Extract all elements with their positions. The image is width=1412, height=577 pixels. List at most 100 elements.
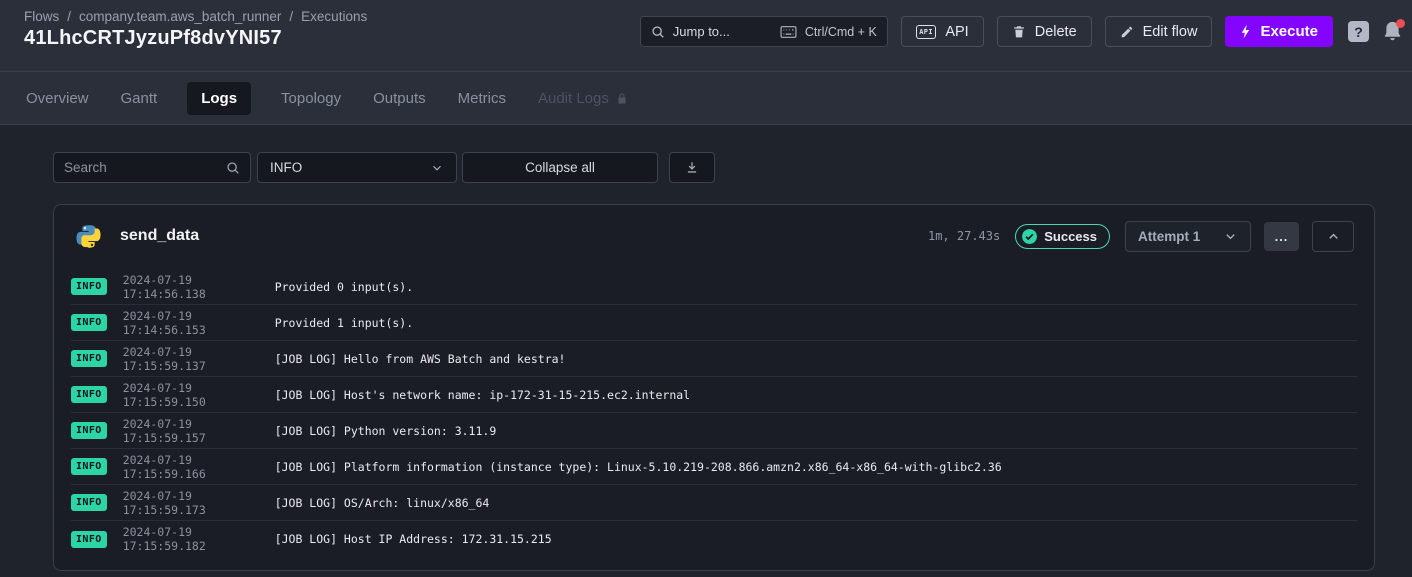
- task-log-panel: send_data 1m, 27.43s Success Attempt 1: [53, 204, 1375, 571]
- jump-to-label: Jump to...: [673, 24, 772, 39]
- notification-dot: [1396, 19, 1405, 28]
- log-level-badge: INFO: [71, 422, 107, 439]
- api-icon: API: [916, 25, 937, 39]
- log-timestamp: 2024-07-19 17:15:59.182: [123, 525, 275, 553]
- tab-logs[interactable]: Logs: [187, 82, 251, 115]
- log-message: [JOB LOG] Python version: 3.11.9: [275, 424, 497, 438]
- breadcrumb: Flows / company.team.aws_batch_runner / …: [24, 9, 367, 24]
- log-message: [JOB LOG] Hello from AWS Batch and kestr…: [275, 352, 566, 366]
- check-circle-icon: [1021, 228, 1038, 245]
- log-message: [JOB LOG] OS/Arch: linux/x86_64: [275, 496, 490, 510]
- breadcrumb-separator: /: [67, 9, 71, 24]
- log-message: Provided 0 input(s).: [275, 280, 413, 294]
- jump-to-shortcut: Ctrl/Cmd + K: [805, 25, 877, 39]
- jump-to-search[interactable]: Jump to... Ctrl/Cmd + K: [640, 16, 888, 47]
- log-message: [JOB LOG] Host IP Address: 172.31.15.215: [275, 532, 552, 546]
- logs-content: INFO Collapse all: [0, 125, 1412, 577]
- attempt-select[interactable]: Attempt 1: [1125, 221, 1251, 252]
- tab-gantt[interactable]: Gantt: [119, 82, 160, 115]
- breadcrumb-executions[interactable]: Executions: [301, 9, 367, 24]
- log-level-badge: INFO: [71, 278, 107, 295]
- collapse-all-button[interactable]: Collapse all: [462, 152, 658, 183]
- tab-metrics[interactable]: Metrics: [456, 82, 508, 115]
- log-row[interactable]: INFO 2024-07-19 17:15:59.150 [JOB LOG] H…: [71, 377, 1357, 413]
- breadcrumb-flows[interactable]: Flows: [24, 9, 59, 24]
- tab-metrics-label: Metrics: [458, 90, 506, 107]
- log-row[interactable]: INFO 2024-07-19 17:15:59.182 [JOB LOG] H…: [71, 521, 1357, 557]
- search-box: [53, 152, 251, 183]
- download-icon: [685, 160, 699, 175]
- api-button[interactable]: API API: [901, 16, 984, 47]
- tab-audit-logs-label: Audit Logs: [538, 90, 609, 107]
- chevron-down-icon: [1223, 229, 1238, 244]
- help-button[interactable]: ?: [1348, 21, 1369, 42]
- tab-topology[interactable]: Topology: [279, 82, 343, 115]
- trash-icon: [1012, 24, 1026, 39]
- log-timestamp: 2024-07-19 17:15:59.137: [123, 345, 275, 373]
- more-icon: ...: [1275, 229, 1289, 244]
- log-rows: INFO 2024-07-19 17:14:56.138 Provided 0 …: [54, 267, 1374, 557]
- search-icon: [226, 161, 240, 175]
- tab-overview[interactable]: Overview: [24, 82, 91, 115]
- log-level-badge: INFO: [71, 386, 107, 403]
- tab-outputs-label: Outputs: [373, 90, 426, 107]
- execute-button[interactable]: Execute: [1225, 16, 1333, 47]
- api-button-label: API: [945, 24, 968, 40]
- app-window: Flows / company.team.aws_batch_runner / …: [0, 0, 1412, 577]
- top-bar: Flows / company.team.aws_batch_runner / …: [0, 0, 1412, 72]
- page-title: 41LhcCRTJyzuPf8dvYNI57: [24, 27, 367, 50]
- keyboard-icon: [780, 25, 797, 39]
- chevron-up-icon: [1326, 229, 1341, 244]
- log-row[interactable]: INFO 2024-07-19 17:14:56.153 Provided 1 …: [71, 305, 1357, 341]
- log-filters: INFO Collapse all: [53, 152, 1375, 183]
- help-button-label: ?: [1354, 24, 1363, 40]
- task-duration: 1m, 27.43s: [928, 229, 1000, 243]
- breadcrumb-flow-id[interactable]: company.team.aws_batch_runner: [79, 9, 281, 24]
- log-row[interactable]: INFO 2024-07-19 17:15:59.157 [JOB LOG] P…: [71, 413, 1357, 449]
- lightning-bolt-icon: [1240, 24, 1251, 39]
- delete-button[interactable]: Delete: [997, 16, 1092, 47]
- tab-overview-label: Overview: [26, 90, 89, 107]
- status-badge-label: Success: [1044, 229, 1097, 244]
- chevron-down-icon: [430, 161, 444, 175]
- log-level-select-value: INFO: [270, 160, 302, 175]
- log-row[interactable]: INFO 2024-07-19 17:15:59.137 [JOB LOG] H…: [71, 341, 1357, 377]
- search-icon: [651, 25, 665, 39]
- tab-logs-label: Logs: [201, 90, 237, 107]
- log-timestamp: 2024-07-19 17:14:56.138: [123, 273, 275, 301]
- collapse-task-button[interactable]: [1312, 221, 1354, 252]
- log-timestamp: 2024-07-19 17:15:59.157: [123, 417, 275, 445]
- log-timestamp: 2024-07-19 17:15:59.166: [123, 453, 275, 481]
- log-level-badge: INFO: [71, 494, 107, 511]
- log-level-badge: INFO: [71, 314, 107, 331]
- log-message: Provided 1 input(s).: [275, 316, 413, 330]
- log-row[interactable]: INFO 2024-07-19 17:15:59.166 [JOB LOG] P…: [71, 449, 1357, 485]
- download-logs-button[interactable]: [669, 152, 715, 183]
- log-level-badge: INFO: [71, 458, 107, 475]
- log-message: [JOB LOG] Host's network name: ip-172-31…: [275, 388, 690, 402]
- log-timestamp: 2024-07-19 17:15:59.173: [123, 489, 275, 517]
- tab-gantt-label: Gantt: [121, 90, 158, 107]
- tab-outputs[interactable]: Outputs: [371, 82, 428, 115]
- log-level-badge: INFO: [71, 350, 107, 367]
- python-icon: [76, 224, 101, 249]
- tab-topology-label: Topology: [281, 90, 341, 107]
- task-more-button[interactable]: ...: [1264, 222, 1299, 251]
- log-row[interactable]: INFO 2024-07-19 17:15:59.173 [JOB LOG] O…: [71, 485, 1357, 521]
- topbar-actions: Jump to... Ctrl/Cmd + K API API Delete: [640, 16, 1404, 47]
- edit-flow-button[interactable]: Edit flow: [1105, 16, 1213, 47]
- task-name: send_data: [120, 227, 199, 245]
- log-level-badge: INFO: [71, 531, 107, 548]
- pencil-icon: [1120, 25, 1134, 39]
- log-level-select[interactable]: INFO: [257, 152, 457, 183]
- tab-audit-logs: Audit Logs: [536, 82, 630, 115]
- attempt-select-value: Attempt 1: [1138, 229, 1200, 244]
- log-row[interactable]: INFO 2024-07-19 17:14:56.138 Provided 0 …: [71, 269, 1357, 305]
- notifications-bell-icon[interactable]: [1382, 20, 1404, 44]
- log-message: [JOB LOG] Platform information (instance…: [275, 460, 1002, 474]
- topbar-left: Flows / company.team.aws_batch_runner / …: [24, 8, 367, 50]
- log-timestamp: 2024-07-19 17:15:59.150: [123, 381, 275, 409]
- edit-flow-button-label: Edit flow: [1143, 24, 1198, 40]
- execute-button-label: Execute: [1260, 23, 1318, 40]
- search-input[interactable]: [64, 160, 226, 175]
